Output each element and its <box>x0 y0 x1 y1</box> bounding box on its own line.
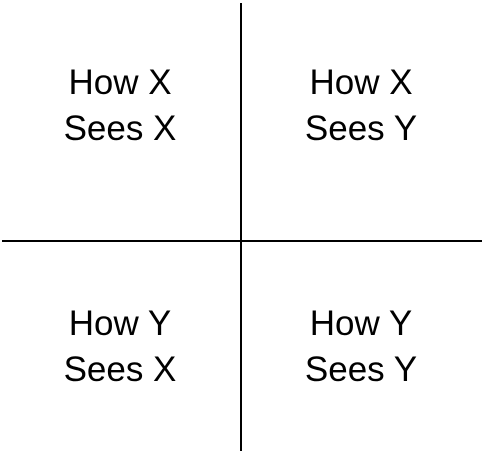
quadrant-top-right: How X Sees Y <box>241 60 481 152</box>
quadrant-top-left: How X Sees X <box>0 60 240 152</box>
quadrant-label-line1: How Y <box>309 304 413 343</box>
quadrant-bottom-left: How Y Sees X <box>0 301 240 393</box>
quadrant-label-line2: Sees Y <box>304 350 418 389</box>
quadrant-label-line1: How X <box>68 63 172 102</box>
quadrant-label-line1: How X <box>309 63 413 102</box>
quadrant-bottom-right: How Y Sees Y <box>241 301 481 393</box>
quadrant-label-line2: Sees Y <box>304 109 418 148</box>
quadrant-label-line2: Sees X <box>63 350 177 389</box>
horizontal-divider <box>2 240 482 242</box>
quadrant-label-line2: Sees X <box>63 109 177 148</box>
quadrant-label-line1: How Y <box>68 304 172 343</box>
